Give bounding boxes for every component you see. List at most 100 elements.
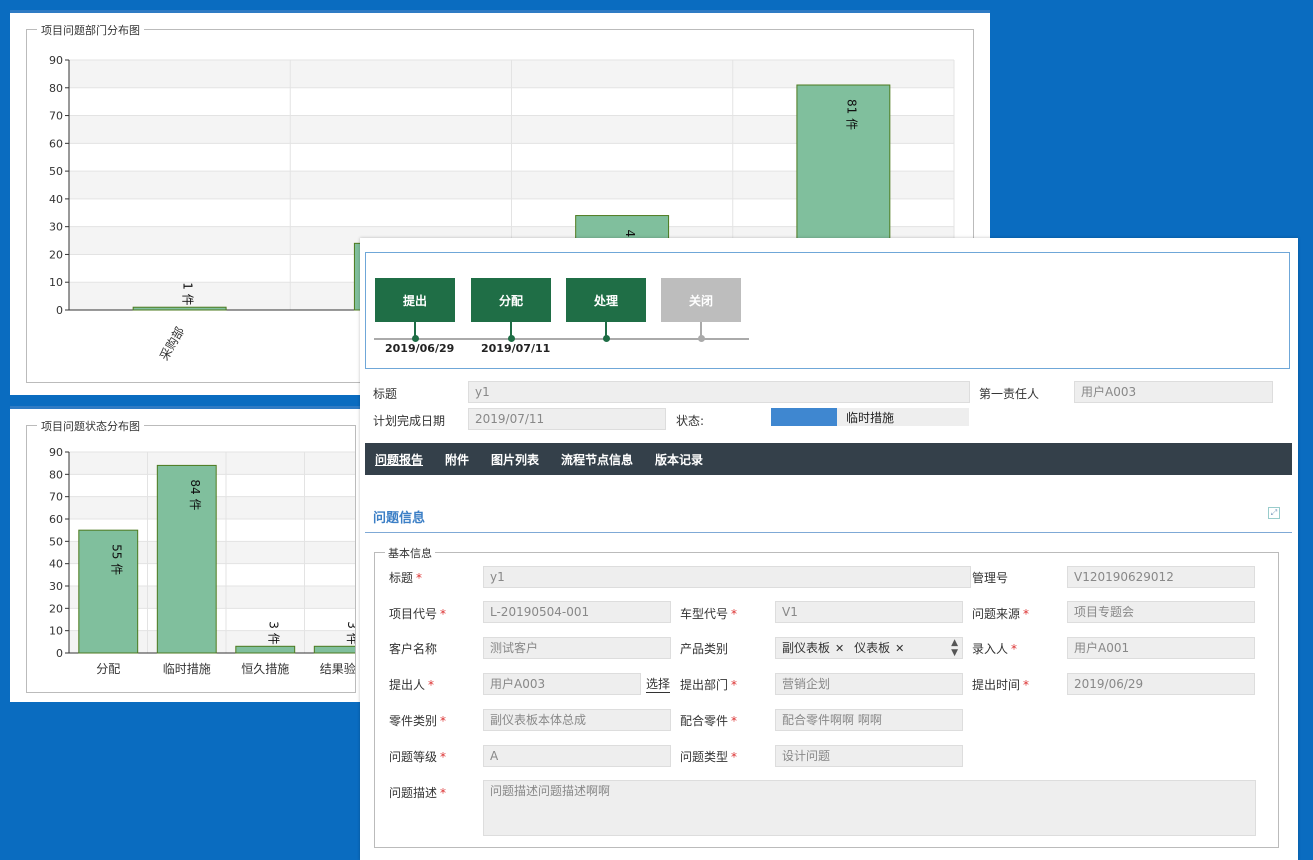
data-label: 81 件 <box>844 99 858 130</box>
data-label: 84 件 <box>188 479 202 510</box>
dept-field[interactable]: 营销企划 <box>775 673 963 695</box>
plan-date-field[interactable]: 2019/07/11 <box>468 408 666 430</box>
y-tick-label: 60 <box>49 513 63 526</box>
dept-label: 提出部门 * <box>680 678 738 692</box>
owner-field[interactable]: 用户A003 <box>1074 381 1273 403</box>
tab-attachments[interactable]: 附件 <box>445 451 469 468</box>
data-label: 1 件 <box>181 282 195 305</box>
data-label: 55 件 <box>109 544 123 575</box>
x-tick-label: 结果验证 <box>320 661 355 676</box>
close-icon[interactable]: ✕ <box>895 642 904 655</box>
bar <box>78 529 139 654</box>
source-label: 问题来源 * <box>972 607 1030 621</box>
proposer-field[interactable]: 用户A003 <box>483 673 641 695</box>
x-tick-label: 临时措施 <box>163 662 211 676</box>
product-label: 产品类别 <box>680 642 729 656</box>
status-chart: 0 10 20 30 40 50 60 70 80 90 55 件分配 84 件临时措施 3 件恒久措施… <box>49 446 355 676</box>
owner-label: 第一责任人 <box>979 387 1040 401</box>
step-submit[interactable]: 提出 <box>375 278 455 322</box>
data-label: 3 件 <box>345 621 355 644</box>
step-assign-date: 2019/07/11 <box>481 342 551 355</box>
workflow-dot <box>603 335 610 342</box>
form-title-label: 标题 * <box>389 571 423 585</box>
time-field[interactable]: 2019/06/29 <box>1067 673 1255 695</box>
part-type-label: 零件类别 * <box>389 714 447 728</box>
form-title-field[interactable]: y1 <box>483 566 971 588</box>
bar <box>156 464 217 654</box>
x-tick-label: 分配 <box>96 662 120 676</box>
part-type-field[interactable]: 副仪表板本体总成 <box>483 709 671 731</box>
issue-form-panel: 提出 分配 处理 关闭 2019/06/29 2019/07/11 标题 y1 … <box>360 238 1298 860</box>
y-tick-label: 90 <box>49 446 63 459</box>
customer-field[interactable]: 测试客户 <box>483 637 671 659</box>
workflow-box: 提出 分配 处理 关闭 2019/06/29 2019/07/11 <box>365 252 1290 369</box>
basic-info-legend: 基本信息 <box>385 545 435 561</box>
step-close[interactable]: 关闭 <box>661 278 741 322</box>
time-label: 提出时间 * <box>972 678 1030 692</box>
entry-field[interactable]: 用户A001 <box>1067 637 1255 659</box>
y-tick-label: 20 <box>49 248 63 261</box>
status-chart-panel: 项目问题状态分布图 0 10 20 30 40 50 60 70 80 90 55 件分配 84 件临… <box>10 406 365 702</box>
step-handle[interactable]: 处理 <box>566 278 646 322</box>
workflow-dot <box>698 335 705 342</box>
status-value: 临时措施 <box>846 411 895 425</box>
desc-field[interactable]: 问题描述问题描述啊啊 <box>483 780 1256 836</box>
x-tick-label: 采购部 <box>156 324 187 363</box>
bar <box>313 645 355 654</box>
tab-flow-nodes[interactable]: 流程节点信息 <box>561 451 633 468</box>
y-tick-label: 70 <box>49 110 63 123</box>
y-tick-label: 0 <box>56 304 63 317</box>
product-multiselect[interactable]: 副仪表板 ✕ 仪表板 ✕ ▲ ▼ <box>775 637 963 659</box>
workflow-line <box>374 338 749 340</box>
mgmt-no-field[interactable]: V120190629012 <box>1067 566 1255 588</box>
level-label: 问题等级 * <box>389 750 447 764</box>
status-chart-frame: 项目问题状态分布图 0 10 20 30 40 50 60 70 80 90 55 件分配 84 件临… <box>26 418 356 693</box>
data-label: 3 件 <box>266 621 280 644</box>
plan-date-label: 计划完成日期 <box>373 414 446 428</box>
issue-type-field[interactable]: 设计问题 <box>775 745 963 767</box>
car-code-field[interactable]: V1 <box>775 601 963 623</box>
bar <box>235 645 296 654</box>
y-tick-label: 50 <box>49 535 63 548</box>
tab-bar: 问题报告 附件 图片列表 流程节点信息 版本记录 <box>365 443 1292 475</box>
status-progress-bar <box>771 408 837 426</box>
basic-info-fieldset: 基本信息 标题 * y1 管理号 V120190629012 项目代号 * L-20… <box>374 545 1279 848</box>
y-tick-label: 30 <box>49 580 63 593</box>
desc-label: 问题描述 * <box>389 786 447 800</box>
updown-icon[interactable]: ▲ ▼ <box>951 638 958 658</box>
y-tick-label: 10 <box>49 625 63 638</box>
product-tag: 副仪表板 ✕ <box>782 641 845 655</box>
level-field[interactable]: A <box>483 745 671 767</box>
workflow-dot <box>412 335 419 342</box>
tab-versions[interactable]: 版本记录 <box>655 451 703 468</box>
y-tick-label: 30 <box>49 221 63 234</box>
y-tick-label: 60 <box>49 137 63 150</box>
y-tick-label: 10 <box>49 276 63 289</box>
y-tick-label: 50 <box>49 165 63 178</box>
mgmt-no-label: 管理号 <box>972 571 1009 585</box>
y-tick-label: 80 <box>49 82 63 95</box>
tab-issue-report[interactable]: 问题报告 <box>375 451 423 468</box>
customer-label: 客户名称 <box>389 642 438 656</box>
status-label: 状态: <box>676 414 705 428</box>
close-icon[interactable]: ✕ <box>835 642 844 655</box>
car-code-label: 车型代号 * <box>680 607 738 621</box>
title-label: 标题 <box>373 387 398 401</box>
source-field[interactable]: 项目专题会 <box>1067 601 1255 623</box>
expand-icon[interactable]: ⤢ <box>1268 507 1280 519</box>
y-tick-label: 90 <box>49 54 63 67</box>
y-tick-label: 40 <box>49 558 63 571</box>
product-tag: 仪表板 ✕ <box>854 641 905 655</box>
project-code-field[interactable]: L-20190504-001 <box>483 601 671 623</box>
matched-part-label: 配合零件 * <box>680 714 738 728</box>
proposer-select-link[interactable]: 选择 <box>646 675 671 693</box>
tab-images[interactable]: 图片列表 <box>491 451 539 468</box>
y-tick-label: 40 <box>49 193 63 206</box>
y-tick-label: 80 <box>49 468 63 481</box>
title-field[interactable]: y1 <box>468 381 970 403</box>
step-assign[interactable]: 分配 <box>471 278 551 322</box>
matched-part-field[interactable]: 配合零件啊啊 啊啊 <box>775 709 963 731</box>
x-tick-label: 恒久措施 <box>241 662 289 676</box>
section-title: 问题信息 <box>373 511 426 526</box>
step-submit-date: 2019/06/29 <box>385 342 455 355</box>
